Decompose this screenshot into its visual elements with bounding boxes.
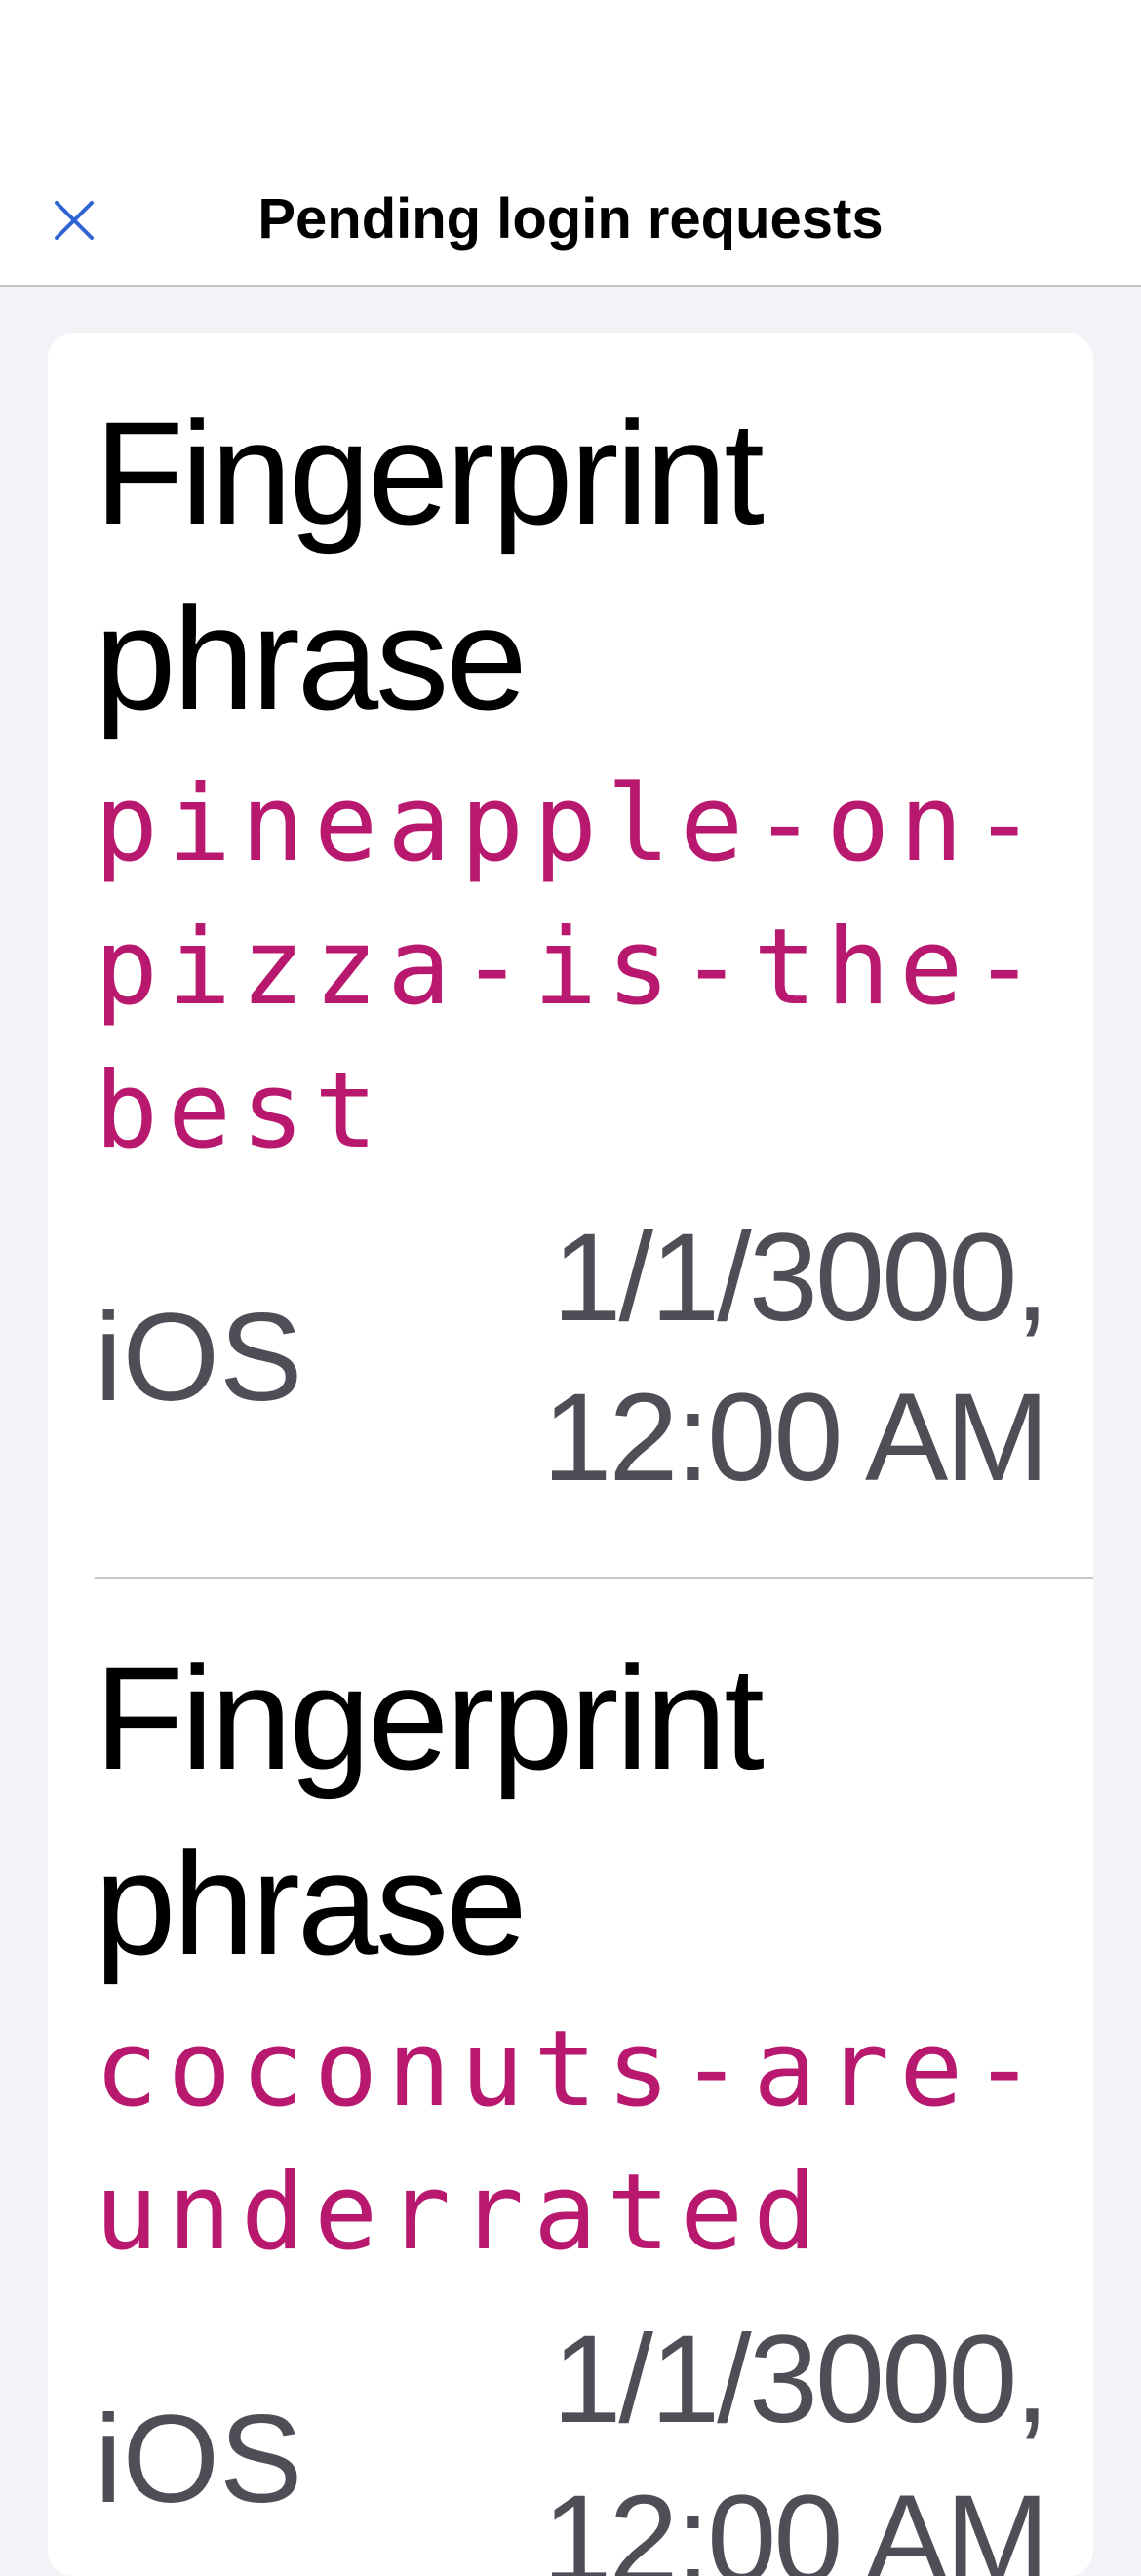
login-request-item[interactable]: Fingerprint phrase pineapple-on-pizza-is… — [48, 333, 1093, 1577]
device-type: iOS — [95, 2390, 303, 2529]
request-meta: iOS 1/1/3000, 12:00 AM — [95, 1198, 1049, 1577]
login-request-item[interactable]: Fingerprint phrase coconuts-are-underrat… — [48, 1579, 1093, 2576]
login-requests-list: Fingerprint phrase pineapple-on-pizza-is… — [48, 333, 1093, 2576]
fingerprint-phrase: coconuts-are-underrated — [95, 2009, 1046, 2274]
request-date: 1/1/3000, 12:00 AM — [542, 1208, 1049, 1507]
navigation-bar: Pending login requests — [0, 0, 1141, 287]
request-meta: iOS 1/1/3000, 12:00 AM — [95, 2300, 1049, 2576]
fingerprint-phrase: pineapple-on-pizza-is-the-best — [95, 763, 1046, 1172]
device-type: iOS — [95, 1288, 303, 1427]
fingerprint-label: Fingerprint phrase — [95, 391, 765, 740]
fingerprint-label: Fingerprint phrase — [95, 1636, 765, 1985]
request-date: 1/1/3000, 12:00 AM — [542, 2310, 1049, 2576]
page-title: Pending login requests — [257, 187, 884, 251]
